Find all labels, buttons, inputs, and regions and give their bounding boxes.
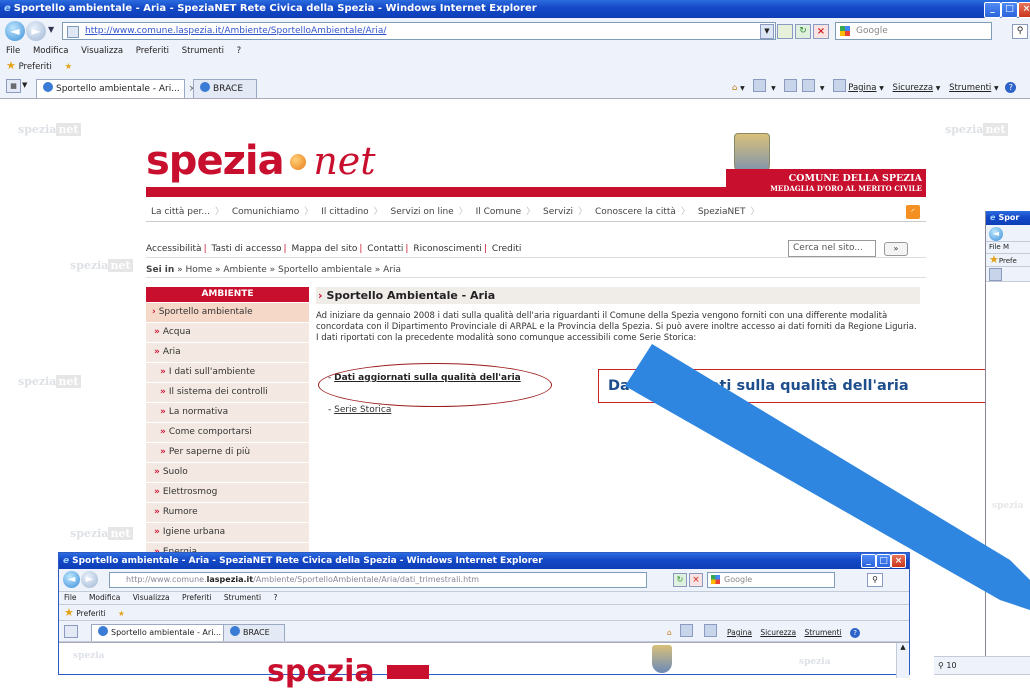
pointer-arrow: [625, 344, 1030, 610]
arrow-shape: [625, 344, 1030, 610]
